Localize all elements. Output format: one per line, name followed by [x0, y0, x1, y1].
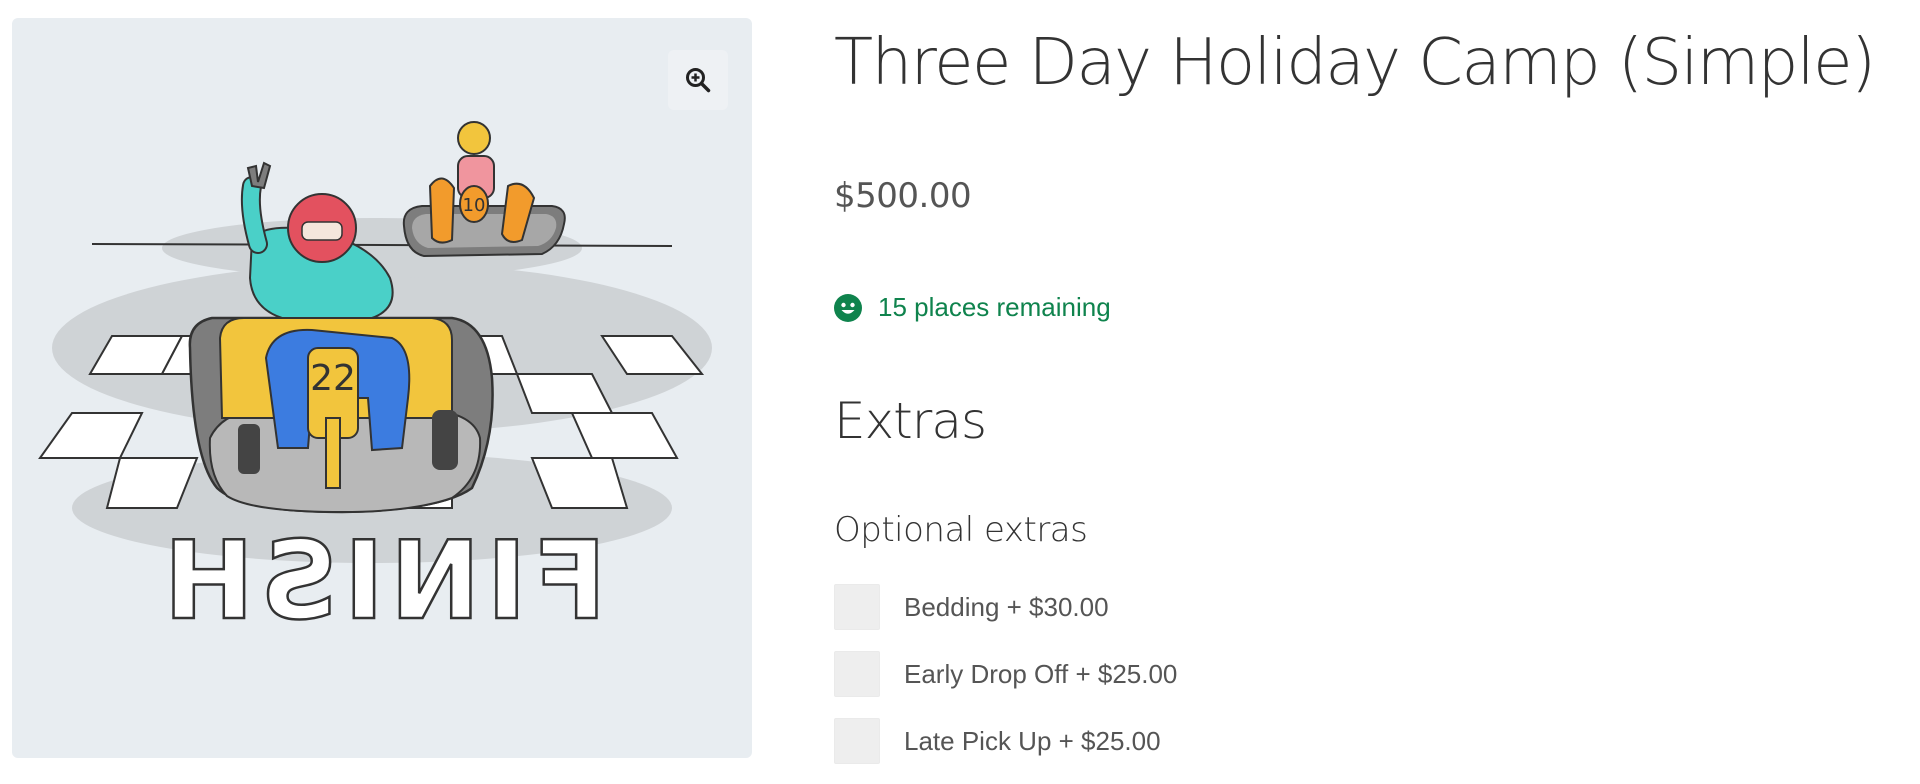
extra-option-bedding[interactable]: Bedding + $30.00 — [834, 584, 1109, 630]
smiley-icon — [834, 293, 862, 322]
product-page: FINISH 10 22 Three Day Holiday Camp (Sim… — [0, 0, 1920, 784]
zoom-in-icon — [686, 68, 711, 93]
product-gallery: FINISH 10 22 — [12, 18, 752, 758]
extra-option-late-pick-up[interactable]: Late Pick Up + $25.00 — [834, 718, 1161, 764]
svg-text:10: 10 — [463, 195, 486, 216]
svg-text:FINISH: FINISH — [158, 519, 607, 644]
bedding-checkbox[interactable] — [834, 584, 880, 630]
extra-option-label: Bedding + $30.00 — [904, 591, 1109, 622]
extra-option-label: Late Pick Up + $25.00 — [904, 725, 1161, 756]
svg-text:22: 22 — [310, 358, 356, 399]
late-pick-up-checkbox[interactable] — [834, 718, 880, 764]
zoom-button[interactable] — [668, 50, 728, 110]
optional-extras-label: Optional extras — [834, 510, 1088, 550]
stock-text: 15 places remaining — [878, 292, 1111, 322]
extra-option-label: Early Drop Off + $25.00 — [904, 658, 1178, 689]
back-kart: 10 — [402, 121, 566, 258]
product-price: $500.00 — [834, 176, 972, 216]
product-image[interactable]: FINISH 10 22 — [12, 18, 752, 758]
stock-status: 15 places remaining — [834, 292, 1111, 323]
extra-option-early-drop-off[interactable]: Early Drop Off + $25.00 — [834, 651, 1177, 697]
product-title: Three Day Holiday Camp (Simple) — [834, 26, 1876, 100]
early-drop-off-checkbox[interactable] — [834, 651, 880, 697]
extras-heading: Extras — [834, 392, 987, 450]
finish-banner: FINISH — [156, 518, 607, 646]
